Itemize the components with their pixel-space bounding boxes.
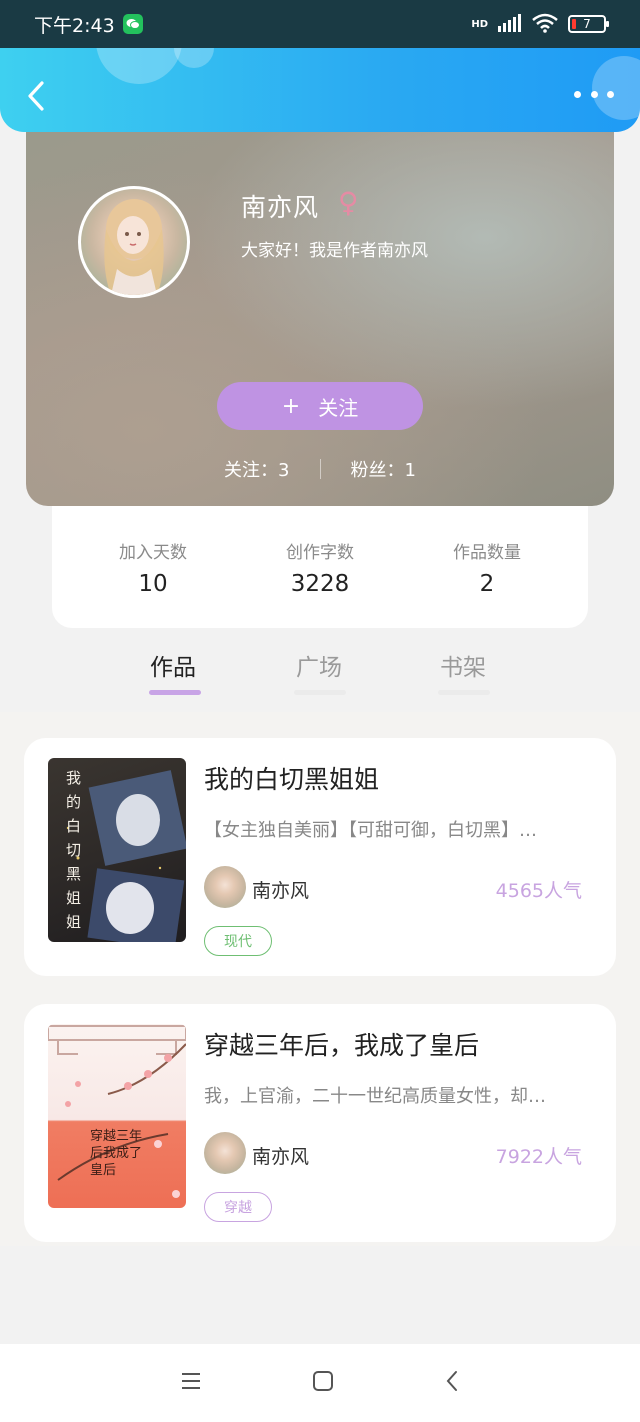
status-right: HD 7: [471, 13, 609, 36]
author-name: 南亦风: [241, 193, 320, 222]
author-avatar[interactable]: [78, 186, 190, 298]
stat-word-count: 创作字数 3228: [265, 538, 375, 628]
stat-join-days: 加入天数 10: [98, 538, 208, 628]
author-bio: 大家好！我是作者南亦风: [241, 241, 428, 261]
stat-label: 加入天数: [119, 543, 187, 563]
hd-label: HD: [471, 18, 488, 30]
female-gender-icon: ♀: [338, 186, 359, 219]
back-button[interactable]: [22, 78, 50, 114]
tab-active-indicator: [149, 690, 201, 695]
book-tag: 穿越: [204, 1192, 272, 1222]
book-cover[interactable]: 穿越三年后我成了皇后: [48, 1024, 186, 1208]
book-card[interactable]: 穿越三年后我成了皇后 穿越三年后，我成了皇后 我，上官渝，二十一世纪高质量女性，…: [24, 1004, 616, 1242]
stats-panel: 加入天数 10 创作字数 3228 作品数量 2: [52, 506, 588, 628]
tab-bookshelf[interactable]: 书架: [440, 648, 486, 682]
follow-button-label: 关注: [318, 395, 359, 420]
book-description: 我，上官渝，二十一世纪高质量女性，却…: [204, 1086, 546, 1107]
stat-value: 2: [479, 571, 495, 597]
stat-value: 3228: [290, 571, 350, 597]
status-bar: 下午2:43 HD 7: [0, 0, 640, 48]
header-bar: [0, 48, 640, 132]
book-author: 南亦风: [252, 880, 310, 902]
more-button[interactable]: [574, 84, 614, 104]
stat-label: 创作字数: [286, 543, 354, 563]
book-author: 南亦风: [252, 1146, 310, 1168]
book-description: 【女主独自美丽】【可甜可御，白切黑】…: [204, 820, 537, 841]
book-popularity: 7922人气: [495, 1146, 582, 1168]
follow-button[interactable]: + 关注: [217, 382, 423, 430]
tab-works[interactable]: 作品: [150, 648, 196, 682]
tab-square[interactable]: 广场: [296, 648, 342, 682]
status-time: 下午2:43: [34, 14, 115, 37]
book-cover[interactable]: 我的白切黑姐姐: [48, 758, 186, 942]
stat-works-count: 作品数量 2: [432, 538, 542, 628]
divider: [319, 459, 321, 479]
profile-card: 南亦风 ♀ 大家好！我是作者南亦风 + 关注 关注：3 粉丝：1: [26, 122, 614, 506]
back-nav-icon[interactable]: [444, 1369, 460, 1397]
more-dots-icon: [574, 90, 581, 98]
home-icon[interactable]: [312, 1370, 334, 1396]
book-title[interactable]: 我的白切黑姐姐: [204, 760, 379, 796]
follow-stats: 关注：3 粉丝：1: [26, 456, 614, 482]
following-count[interactable]: 关注：3: [224, 456, 289, 482]
system-nav-bar: [0, 1344, 640, 1422]
book-author-avatar: [204, 866, 246, 908]
wifi-icon: [532, 13, 558, 36]
wechat-notification-icon: [122, 14, 143, 34]
stat-value: 10: [138, 571, 168, 597]
book-popularity: 4565人气: [495, 880, 582, 902]
tab-bar: 作品 广场 书架: [0, 628, 640, 712]
menu-icon[interactable]: [180, 1372, 202, 1394]
book-author-avatar: [204, 1132, 246, 1174]
status-left: 下午2:43: [34, 11, 143, 38]
cover-title: 穿越三年后我成了皇后: [90, 1129, 143, 1178]
stat-label: 作品数量: [453, 543, 521, 563]
book-card[interactable]: 我的白切黑姐姐 我的白切黑姐姐 【女主独自美丽】【可甜可御，白切黑】… 南亦风 …: [24, 738, 616, 976]
back-arrow-icon: [28, 81, 44, 111]
book-tag: 现代: [204, 926, 272, 956]
works-list: 我的白切黑姐姐 我的白切黑姐姐 【女主独自美丽】【可甜可御，白切黑】… 南亦风 …: [0, 712, 640, 1246]
battery-icon: 7: [568, 15, 609, 33]
book-title[interactable]: 穿越三年后，我成了皇后: [204, 1026, 479, 1062]
signal-icon: [498, 13, 522, 35]
battery-level: 7: [583, 17, 591, 31]
plus-icon: +: [281, 393, 301, 419]
cover-title: 我的白切黑姐姐: [66, 769, 82, 931]
fans-count[interactable]: 粉丝：1: [351, 456, 416, 482]
